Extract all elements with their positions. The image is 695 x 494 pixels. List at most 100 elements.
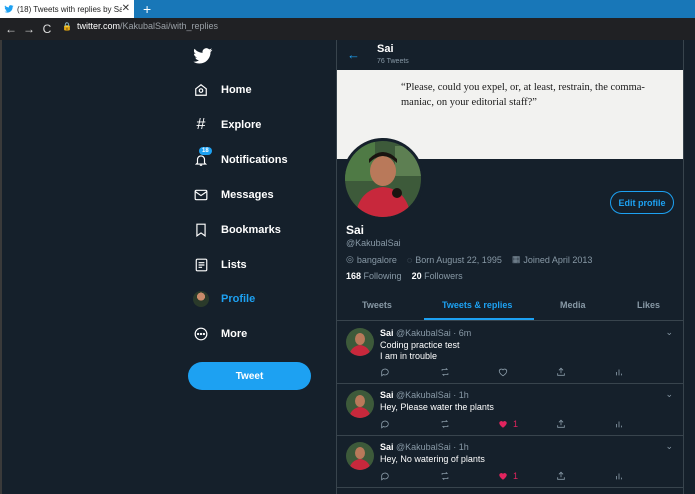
browser-tab[interactable]: (18) Tweets with replies by Sai (@ ✕ (0, 0, 134, 18)
edit-profile-button[interactable]: Edit profile (610, 191, 674, 214)
like-count: 1 (513, 419, 519, 429)
twitter-bird-icon (4, 5, 14, 13)
retweet-icon[interactable] (440, 419, 450, 429)
share-icon[interactable] (556, 471, 566, 481)
sidebar-item-notifications[interactable]: 18 Notifications (193, 147, 288, 168)
avatar[interactable] (346, 390, 374, 418)
tweet-text-line: Hey, Please water the plants (380, 402, 494, 412)
location-icon: ◎ (346, 254, 354, 264)
sidebar-item-label: Notifications (221, 154, 288, 166)
sidebar-item-label: Bookmarks (221, 224, 281, 236)
retweet-icon[interactable] (440, 471, 450, 481)
followers-link[interactable]: 20 Followers (412, 271, 463, 281)
share-icon[interactable] (556, 367, 566, 377)
sidebar-item-lists[interactable]: Lists (193, 257, 247, 273)
chevron-down-icon[interactable]: ⌄ (665, 389, 673, 400)
tweet-text: Hey, No watering of plants (380, 454, 485, 465)
sidebar-item-label: Messages (221, 189, 274, 201)
reply-icon[interactable] (380, 419, 390, 429)
url-path: /KakubalSai/with_replies (119, 21, 219, 31)
list-icon (193, 257, 209, 273)
tab-likes[interactable]: Likes (637, 300, 660, 310)
chevron-down-icon[interactable]: ⌄ (665, 327, 673, 338)
avatar[interactable] (346, 442, 374, 470)
profile-name: Sai (346, 223, 365, 237)
retweet-icon[interactable] (440, 367, 450, 377)
new-tab-button[interactable]: + (143, 1, 151, 17)
banner-quote: “Please, could you expel, or, at least, … (401, 82, 645, 108)
tweet-time: 6m (458, 328, 472, 338)
tweet-author-name: Sai (380, 442, 394, 452)
like-icon[interactable]: 1 (498, 419, 518, 429)
tweet-time: 1h (458, 442, 469, 452)
back-arrow-icon[interactable]: ← (347, 47, 360, 62)
lock-icon: 🔒 (62, 21, 72, 31)
calendar-icon: ▦ (511, 254, 521, 264)
tweet-button[interactable]: Tweet (188, 362, 311, 390)
analytics-icon[interactable] (614, 367, 624, 377)
profile-joined: Joined April 2013 (523, 254, 593, 265)
tweet-author-handle: @KakubalSai (396, 390, 451, 400)
sidebar-item-label: Home (221, 84, 252, 96)
share-icon[interactable] (556, 419, 566, 429)
analytics-icon[interactable] (614, 471, 624, 481)
tab-tweets-replies[interactable]: Tweets & replies (442, 300, 512, 310)
profile-tabs: Tweets Tweets & replies Media Likes (337, 292, 683, 321)
followers-count: 20 (411, 271, 422, 281)
tweet-text-line: Hey, No watering of plants (380, 454, 485, 464)
forward-arrow-icon[interactable]: → (20, 22, 38, 36)
like-icon[interactable]: 1 (498, 471, 518, 481)
url-host: twitter.com (76, 21, 120, 31)
sidebar-item-label: Explore (221, 119, 262, 131)
back-arrow-icon[interactable]: ← (2, 22, 20, 36)
browser-tabbar: (18) Tweets with replies by Sai (@ ✕ + (0, 0, 695, 18)
tweet-item[interactable]: Sai @KakubalSai · 1h ⌄ Hey, Please water… (337, 384, 683, 436)
chevron-down-icon[interactable]: ⌄ (665, 441, 673, 452)
close-tab-icon[interactable]: ✕ (122, 3, 130, 14)
active-tab-indicator (424, 318, 534, 320)
profile-column: ← Sai 76 Tweets “Please, could you expel… (336, 40, 684, 494)
sidebar-item-profile[interactable]: Profile (193, 291, 255, 307)
tweet-author-name: Sai (380, 328, 394, 338)
tweet-text: Hey, Please water the plants (380, 402, 494, 413)
profile-handle: @KakubalSai (346, 238, 401, 248)
profile-header: ← Sai 76 Tweets (337, 40, 683, 70)
sidebar-item-explore[interactable]: # Explore (193, 116, 262, 133)
sidebar-item-label: More (221, 328, 248, 340)
address-bar[interactable]: 🔒 twitter.com/KakubalSai/with_replies (62, 21, 218, 31)
tweet-item[interactable]: Sai @KakubalSai · 1h ⌄ Hey, No watering … (337, 436, 683, 488)
tweet-text-line: Coding practice test (380, 340, 460, 350)
window-edge (0, 40, 2, 494)
followers-label: Followers (424, 271, 463, 281)
sidebar-item-messages[interactable]: Messages (193, 187, 274, 203)
sidebar-item-more[interactable]: More (193, 326, 247, 342)
sidebar-item-label: Profile (221, 293, 256, 305)
tweet-author-handle: @KakubalSai (396, 442, 451, 452)
tab-media[interactable]: Media (560, 300, 586, 310)
following-link[interactable]: 168 Following (346, 271, 402, 281)
tweet-item[interactable]: Sai @KakubalSai · 6m ⌄ Coding practice t… (337, 322, 683, 384)
avatar[interactable] (346, 328, 374, 356)
reply-icon[interactable] (380, 367, 390, 377)
like-count: 1 (513, 471, 519, 481)
tweet-count: 76 Tweets (377, 58, 409, 65)
tweet-header: Sai @KakubalSai · 6m (380, 328, 472, 338)
analytics-icon[interactable] (614, 419, 624, 429)
follow-stats: 168 Following 20 Followers (346, 271, 463, 281)
notification-badge: 18 (199, 147, 212, 155)
tab-tweets[interactable]: Tweets (362, 300, 392, 310)
reload-icon[interactable]: C (38, 22, 56, 36)
envelope-icon (193, 187, 209, 203)
reply-icon[interactable] (380, 471, 390, 481)
avatar (193, 291, 209, 307)
twitter-logo-icon[interactable] (193, 48, 213, 64)
header-name: Sai (377, 43, 394, 55)
tweet-actions (380, 367, 630, 379)
home-icon (193, 82, 209, 98)
browser-navbar: ← → C 🔒 twitter.com/KakubalSai/with_repl… (0, 18, 695, 40)
sidebar-item-home[interactable]: Home (193, 82, 252, 98)
like-icon[interactable] (498, 367, 508, 377)
sidebar-item-bookmarks[interactable]: Bookmarks (193, 222, 281, 238)
profile-photo[interactable] (342, 138, 424, 220)
tweet-text: Coding practice test I am in trouble (380, 340, 460, 362)
